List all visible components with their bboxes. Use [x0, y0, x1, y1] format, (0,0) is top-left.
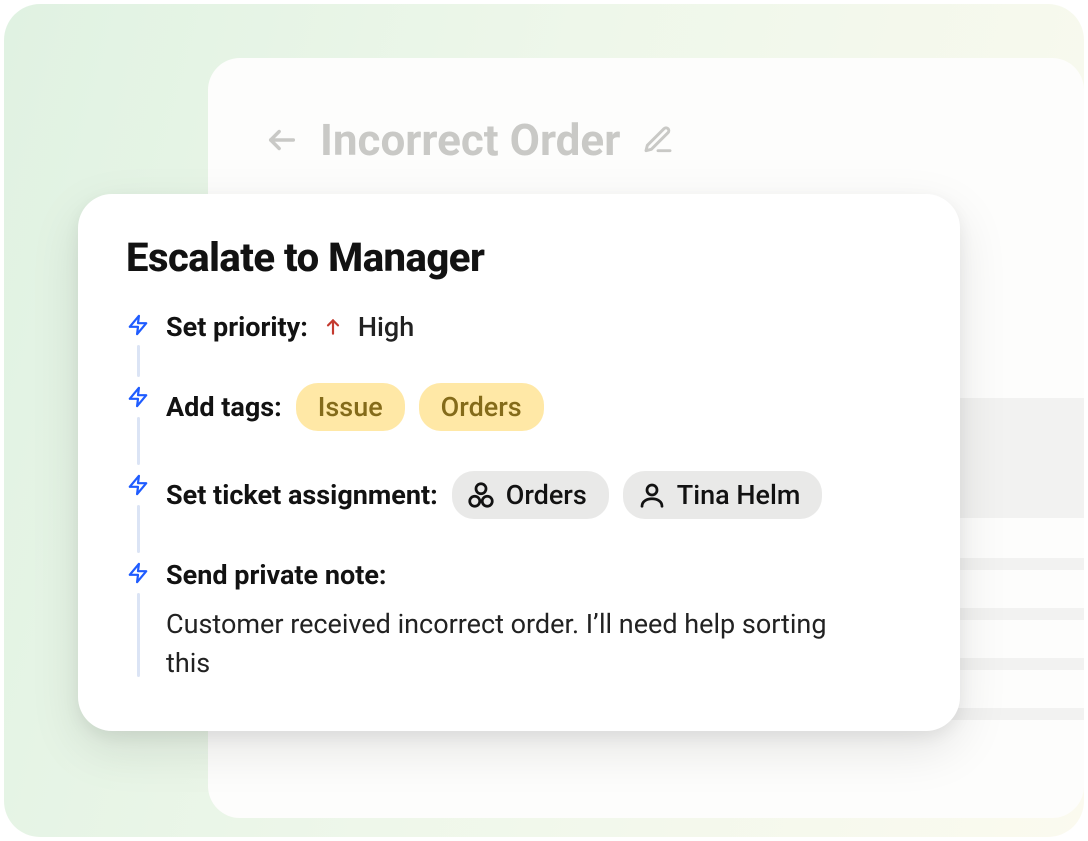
lightning-icon: [126, 313, 150, 337]
lightning-icon: [126, 385, 150, 409]
assignment-label: Set ticket assignment:: [166, 479, 438, 511]
step-note: Send private note: Customer received inc…: [166, 559, 912, 683]
person-pill-label: Tina Helm: [677, 479, 801, 511]
team-icon: [466, 480, 496, 510]
step-priority: Set priority: High: [166, 311, 912, 383]
note-label: Send private note:: [166, 559, 387, 591]
escalate-card: Escalate to Manager Set priority: High: [78, 194, 960, 731]
back-arrow-icon[interactable]: [264, 122, 300, 158]
step-connector-line: [137, 505, 140, 553]
step-connector-line: [137, 593, 140, 677]
tag-pill[interactable]: Orders: [419, 383, 544, 431]
step-tags: Add tags: Issue Orders: [166, 383, 912, 471]
arrow-up-icon: [322, 316, 344, 338]
edit-pencil-icon[interactable]: [640, 122, 676, 158]
step-connector-line: [137, 345, 140, 377]
tags-label: Add tags:: [166, 391, 282, 423]
priority-label: Set priority:: [166, 311, 308, 343]
steps-list: Set priority: High Add tags: I: [126, 311, 912, 683]
team-pill-label: Orders: [506, 479, 587, 511]
person-icon: [637, 480, 667, 510]
person-pill[interactable]: Tina Helm: [623, 471, 823, 519]
lightning-icon: [126, 473, 150, 497]
tag-pill[interactable]: Issue: [296, 383, 405, 431]
step-assignment: Set ticket assignment: Orders Tina Helm: [166, 471, 912, 559]
lightning-icon: [126, 561, 150, 585]
card-title: Escalate to Manager: [126, 234, 912, 281]
parent-window-title: Incorrect Order: [320, 114, 620, 166]
step-connector-line: [137, 417, 140, 465]
priority-value: High: [358, 311, 414, 343]
note-text: Customer received incorrect order. I’ll …: [166, 605, 866, 683]
parent-window-header: Incorrect Order: [208, 58, 1084, 166]
team-pill[interactable]: Orders: [452, 471, 609, 519]
